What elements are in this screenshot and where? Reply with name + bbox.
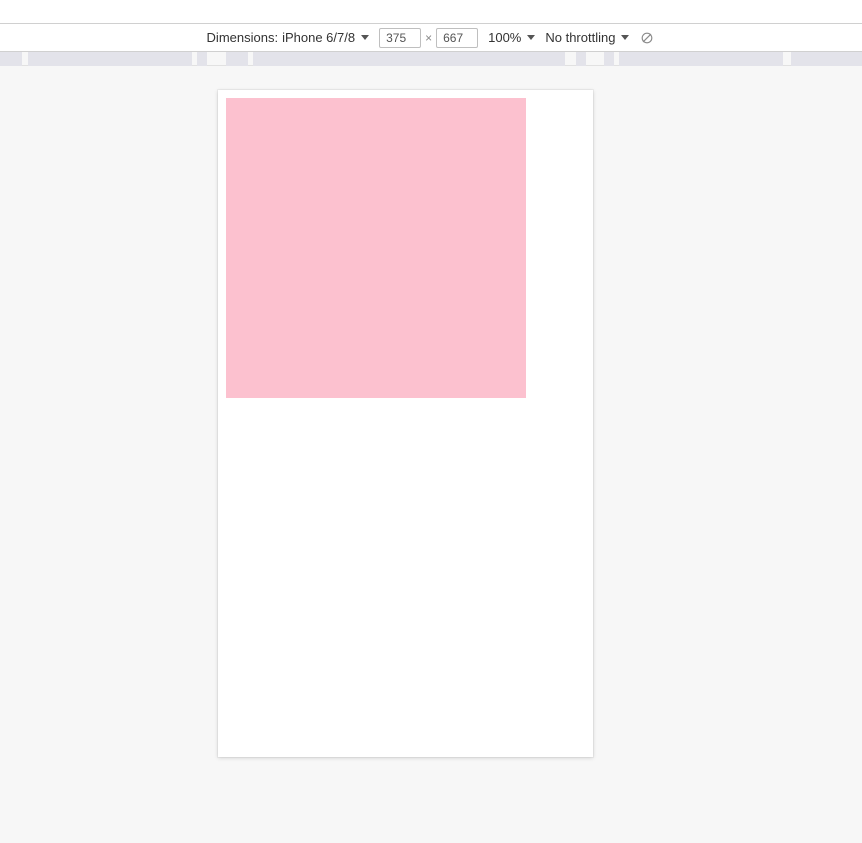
zoom-dropdown[interactable]: 100% <box>488 30 535 45</box>
device-name: iPhone 6/7/8 <box>282 30 355 45</box>
ruler <box>0 52 862 66</box>
dimensions-label: Dimensions: <box>207 30 279 45</box>
dimensions-dropdown[interactable]: Dimensions: iPhone 6/7/8 <box>207 30 370 45</box>
ruler-segment <box>576 52 586 66</box>
top-blank-bar <box>0 0 862 24</box>
zoom-value: 100% <box>488 30 521 45</box>
ruler-segment <box>28 52 192 66</box>
content-box <box>226 98 526 398</box>
ruler-segment <box>253 52 565 66</box>
chevron-down-icon <box>527 35 535 40</box>
device-toolbar: Dimensions: iPhone 6/7/8 × 100% No throt… <box>0 24 862 52</box>
chevron-down-icon <box>621 35 629 40</box>
ruler-segment <box>604 52 614 66</box>
ruler-segment <box>0 52 22 66</box>
canvas-area <box>0 66 862 843</box>
ruler-segment <box>197 52 207 66</box>
width-input[interactable] <box>379 28 421 48</box>
ruler-segment <box>791 52 862 66</box>
throttling-value: No throttling <box>545 30 615 45</box>
size-inputs: × <box>379 28 478 48</box>
chevron-down-icon <box>361 35 369 40</box>
throttling-dropdown[interactable]: No throttling <box>545 30 629 45</box>
height-input[interactable] <box>436 28 478 48</box>
device-viewport[interactable] <box>218 90 593 757</box>
times-separator: × <box>425 31 432 45</box>
rotate-icon[interactable] <box>639 30 655 46</box>
ruler-segment <box>619 52 783 66</box>
ruler-segment <box>226 52 248 66</box>
